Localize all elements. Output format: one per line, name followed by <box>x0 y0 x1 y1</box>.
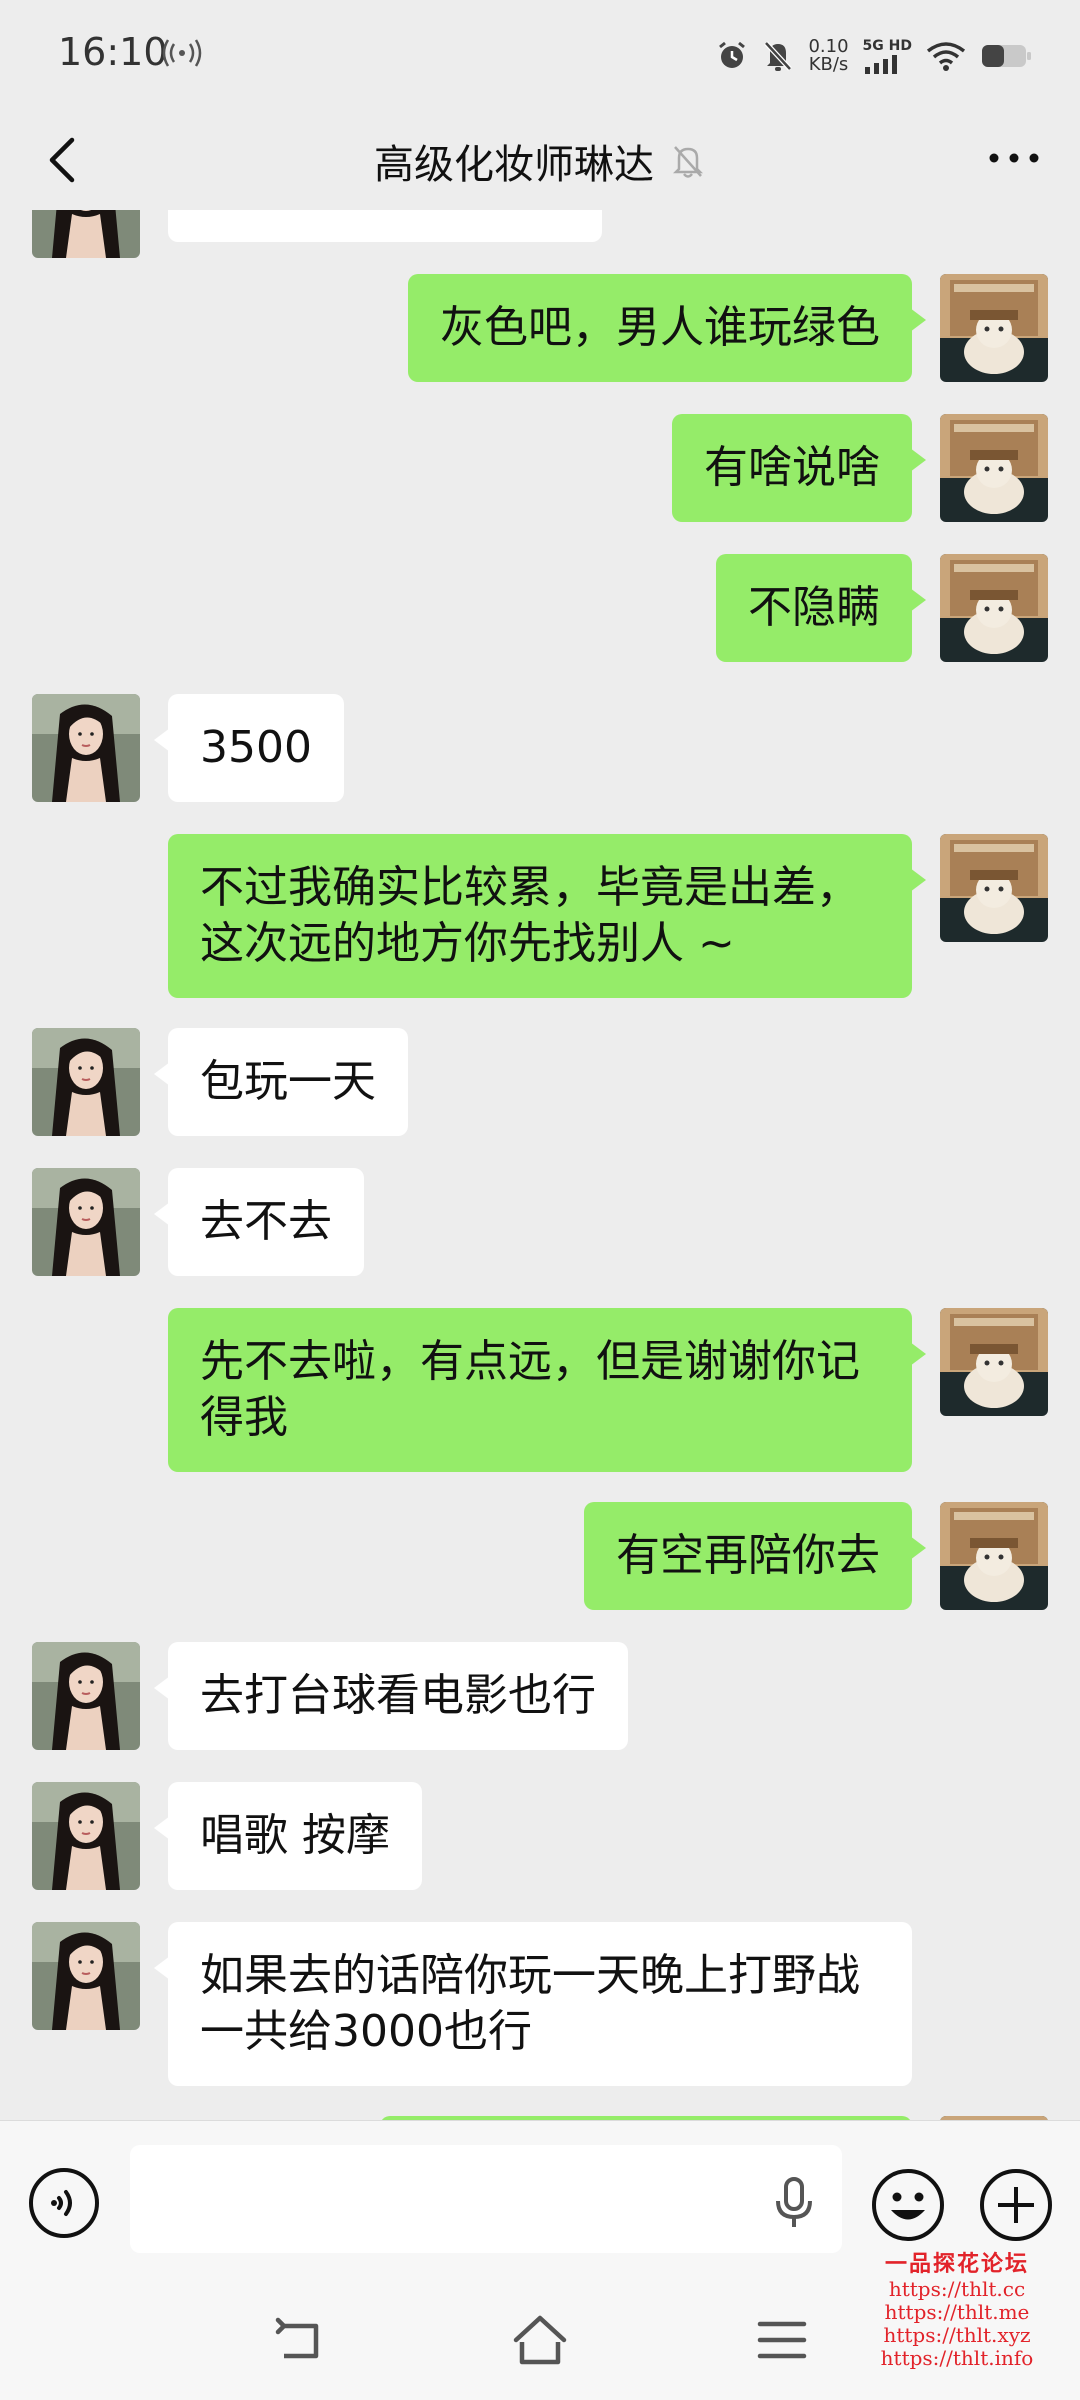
contact-avatar[interactable] <box>32 1028 140 1136</box>
contact-avatar[interactable] <box>32 1922 140 2030</box>
chat-header: 高级化妆师琳达 <box>0 110 1080 210</box>
my-avatar[interactable] <box>940 1308 1048 1416</box>
wifi-icon <box>926 42 966 71</box>
message-bubble-received[interactable]: 去打台球看电影也行 <box>154 1642 628 1750</box>
watermark-title: 一品探花论坛 <box>884 2251 1029 2277</box>
status-right: 0.10 KB/s 5G HD <box>716 34 1032 78</box>
chat-title-wrap: 高级化妆师琳达 <box>0 132 1080 190</box>
watermark-url: https://thlt.xyz <box>883 2323 1031 2347</box>
avatar[interactable] <box>32 210 140 258</box>
nfc-icon <box>162 39 202 67</box>
message-bubble-received[interactable]: 去不去 <box>154 1168 364 1276</box>
contact-avatar[interactable] <box>32 1642 140 1750</box>
message-input[interactable] <box>130 2145 842 2253</box>
message-bubble-received[interactable]: 如果去的话陪你玩一天晚上打野战一共给3000也行 <box>154 1922 912 2086</box>
contact-avatar[interactable] <box>32 1168 140 1276</box>
my-avatar[interactable] <box>940 834 1048 942</box>
mute-bell-icon <box>672 146 704 178</box>
message-list[interactable]: 灰色吧，男人谁玩绿色 有啥说啥 不隐瞒 3500 不过我确实比较累，毕竟是出差，… <box>0 210 1080 2120</box>
more-icon[interactable] <box>984 138 1044 178</box>
watermark-url: https://thlt.cc <box>888 2277 1026 2301</box>
plus-icon[interactable] <box>978 2167 1054 2243</box>
nav-back-icon[interactable] <box>270 2312 330 2368</box>
chat-title[interactable]: 高级化妆师琳达 <box>374 132 654 190</box>
message-bubble-received[interactable]: 唱歌 按摩 <box>154 1782 422 1890</box>
my-avatar[interactable] <box>940 554 1048 662</box>
my-avatar[interactable] <box>940 1502 1048 1610</box>
message-bubble-sent[interactable]: 不隐瞒 <box>716 554 926 662</box>
nav-home-icon[interactable] <box>510 2312 570 2368</box>
network-type: 5G HD <box>862 38 912 54</box>
mute-icon <box>764 41 793 71</box>
message-bubble-received[interactable]: 3500 <box>154 694 344 802</box>
message-bubble-received[interactable]: 包玩一天 <box>154 1028 408 1136</box>
message-bubble-partial <box>168 210 602 242</box>
forum-watermark: 一品探花论坛 https://thlt.cc https://thlt.me h… <box>842 2246 1072 2370</box>
net-speed-unit: KB/s <box>808 54 849 75</box>
status-bar: 16:10 0.10 KB/s 5G HD <box>0 0 1080 110</box>
signal-icon <box>864 55 897 74</box>
alarm-icon <box>719 41 746 68</box>
voice-icon[interactable] <box>28 2167 100 2239</box>
my-avatar[interactable] <box>940 414 1048 522</box>
watermark-url: https://thlt.info <box>880 2346 1034 2370</box>
message-bubble-sent[interactable]: 不过我确实比较累，毕竟是出差，这次远的地方你先找别人 ~ <box>168 834 926 998</box>
mic-icon[interactable] <box>770 2175 818 2231</box>
message-bubble-sent[interactable]: 有啥说啥 <box>672 414 926 522</box>
contact-avatar[interactable] <box>32 1782 140 1890</box>
contact-avatar[interactable] <box>32 694 140 802</box>
emoji-icon[interactable] <box>870 2167 946 2243</box>
watermark-url: https://thlt.me <box>884 2300 1030 2324</box>
net-speed: 0.10 KB/s <box>808 38 848 74</box>
signal-group: 5G HD <box>863 38 912 74</box>
message-bubble-sent[interactable]: 灰色吧，男人谁玩绿色 <box>408 274 926 382</box>
battery-icon <box>982 45 1031 67</box>
status-time: 16:10 <box>58 30 168 74</box>
message-bubble-sent[interactable]: 先不去啦，有点远，但是谢谢你记得我 <box>168 1308 926 1472</box>
my-avatar[interactable] <box>940 274 1048 382</box>
message-bubble-sent[interactable]: 有空再陪你去 <box>584 1502 926 1610</box>
nav-menu-icon[interactable] <box>752 2312 812 2368</box>
